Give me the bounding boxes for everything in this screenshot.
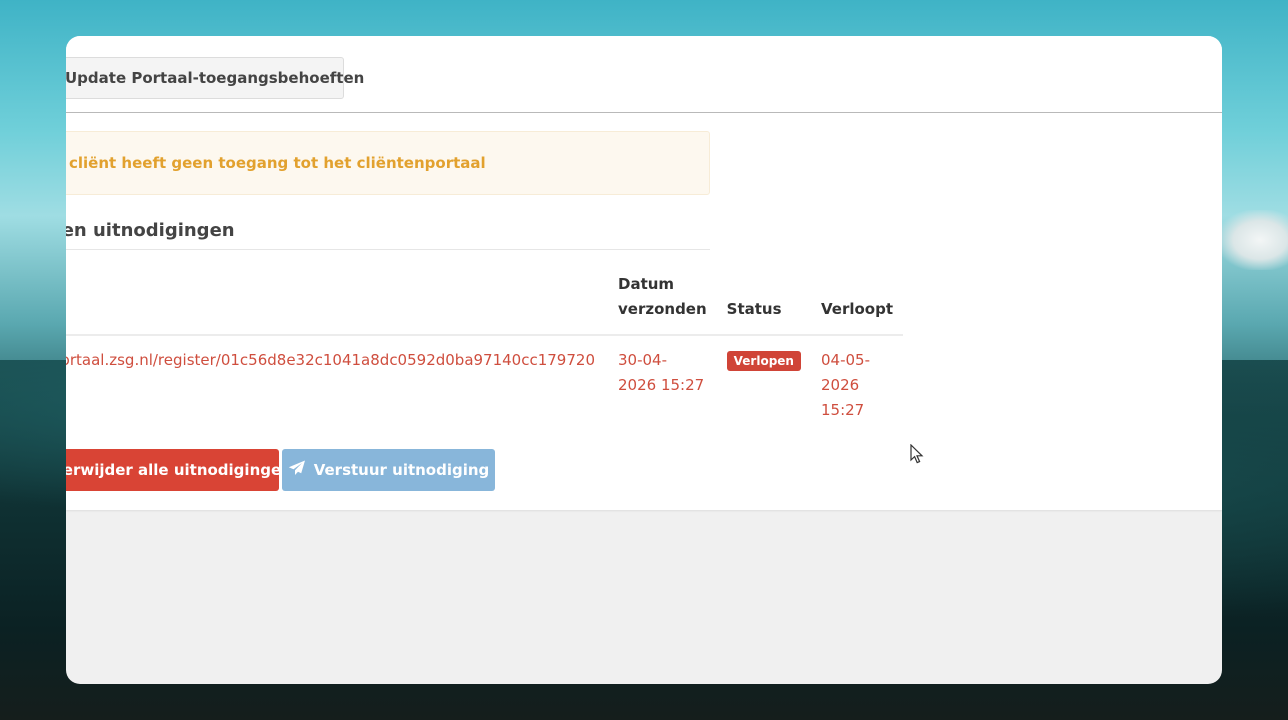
expires-column-header: Verloopt xyxy=(810,272,904,336)
table-row: ://portaal.zsg.nl/register/01c56d8e32c10… xyxy=(66,335,903,431)
date-sent-line2: 2026 15:27 xyxy=(618,376,705,394)
date-sent-line1: 30-04- xyxy=(618,351,667,369)
update-portal-access-button[interactable]: Update Portaal-toegangsbehoeften xyxy=(66,57,364,99)
send-invitation-button[interactable]: Verstuur uitnodiging xyxy=(282,449,495,491)
sent-invitations-title: nden uitnodigingen xyxy=(66,220,710,250)
expires-cell: 04-05- 2026 15:27 xyxy=(811,335,903,431)
app-window: Update Portaal-toegangsbehoeften cliënt … xyxy=(66,36,1222,684)
invitation-link[interactable]: ://portaal.zsg.nl/register/01c56d8e32c10… xyxy=(66,348,598,373)
date-sent-cell: 30-04- 2026 15:27 xyxy=(608,335,717,431)
invitation-link-cell: ://portaal.zsg.nl/register/01c56d8e32c10… xyxy=(66,335,608,431)
delete-all-invitations-button[interactable]: Verwijder alle uitnodigingen xyxy=(66,449,292,491)
expires-line3: 15:27 xyxy=(820,401,865,419)
date-sent-column-header: Datum verzonden xyxy=(608,272,717,336)
expires-line1: 04-05- xyxy=(820,351,870,369)
mouse-pointer-icon xyxy=(910,444,924,464)
status-column-header: Status xyxy=(716,272,811,336)
date-header-line1: Datum xyxy=(618,275,675,293)
table-header-row: Datum verzonden Status Verloopt xyxy=(66,272,904,336)
status-cell: Verlopen xyxy=(717,335,811,431)
date-header-line2: verzonden xyxy=(618,300,707,318)
invitations-table: Datum verzonden Status Verloopt ://porta… xyxy=(66,272,904,431)
no-access-alert: cliënt heeft geen toegang tot het cliënt… xyxy=(66,131,710,195)
expires-line2: 2026 xyxy=(820,376,860,394)
background-cloud xyxy=(1218,210,1288,270)
panel-header: Update Portaal-toegangsbehoeften xyxy=(66,36,1222,113)
status-badge: Verlopen xyxy=(726,351,801,371)
send-invitation-label: Verstuur uitnodiging xyxy=(313,461,490,479)
portal-access-panel: Update Portaal-toegangsbehoeften cliënt … xyxy=(66,36,1222,510)
paper-plane-icon xyxy=(288,460,306,480)
link-column-header xyxy=(66,272,608,336)
